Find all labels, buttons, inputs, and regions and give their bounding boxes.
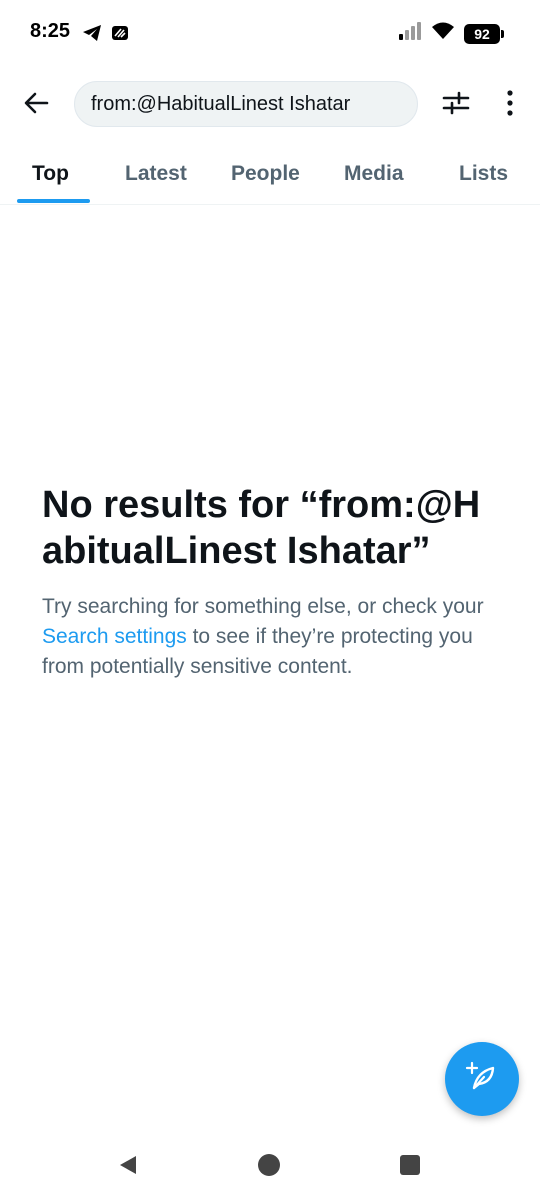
active-tab-indicator	[17, 199, 90, 203]
tab-latest[interactable]: Latest	[125, 162, 187, 186]
telegram-icon	[82, 24, 102, 47]
more-vertical-icon	[506, 89, 514, 121]
search-settings-link[interactable]: Search settings	[42, 625, 187, 648]
search-query-text: from:@HabitualLinest Ishatar	[91, 92, 351, 115]
search-header: from:@HabitualLinest Ishatar	[0, 78, 540, 132]
nav-home-icon	[257, 1153, 281, 1182]
status-right-icons: 92	[398, 22, 504, 45]
compose-post-button[interactable]	[445, 1042, 519, 1116]
app-notification-icon	[110, 24, 130, 47]
search-tabs: Top Latest People Media Lists	[0, 150, 540, 205]
status-time: 8:25	[30, 20, 71, 42]
tab-lists[interactable]: Lists	[459, 162, 508, 186]
nav-recents-icon	[399, 1154, 421, 1181]
description-text-start: Try searching for something else, or che…	[42, 595, 484, 618]
tab-top[interactable]: Top	[32, 162, 69, 186]
nav-back-button[interactable]	[98, 1135, 158, 1199]
wifi-icon	[431, 22, 455, 45]
nav-recents-button[interactable]	[380, 1135, 440, 1199]
tab-people[interactable]: People	[231, 162, 300, 186]
search-input[interactable]: from:@HabitualLinest Ishatar	[74, 81, 418, 127]
no-results-title: No results for “from:@HabitualLinest Ish…	[42, 484, 481, 572]
nav-back-icon	[117, 1154, 139, 1181]
system-navigation-bar	[0, 1135, 540, 1199]
status-notification-icons	[82, 24, 130, 47]
no-results-message: No results for “from:@HabitualLinest Ish…	[42, 482, 498, 682]
signal-icon	[398, 22, 422, 45]
search-filter-button[interactable]	[440, 89, 472, 121]
tab-media[interactable]: Media	[344, 162, 404, 186]
battery-level: 92	[474, 25, 490, 42]
back-arrow-icon	[23, 90, 49, 121]
filter-sliders-icon	[442, 90, 470, 121]
status-bar: 8:25 92	[0, 0, 540, 68]
battery-icon: 92	[464, 23, 504, 44]
compose-feather-icon	[465, 1060, 499, 1099]
no-results-description: Try searching for something else, or che…	[42, 592, 498, 682]
nav-home-button[interactable]	[239, 1135, 299, 1199]
more-options-button[interactable]	[496, 89, 524, 121]
back-button[interactable]	[20, 89, 52, 121]
